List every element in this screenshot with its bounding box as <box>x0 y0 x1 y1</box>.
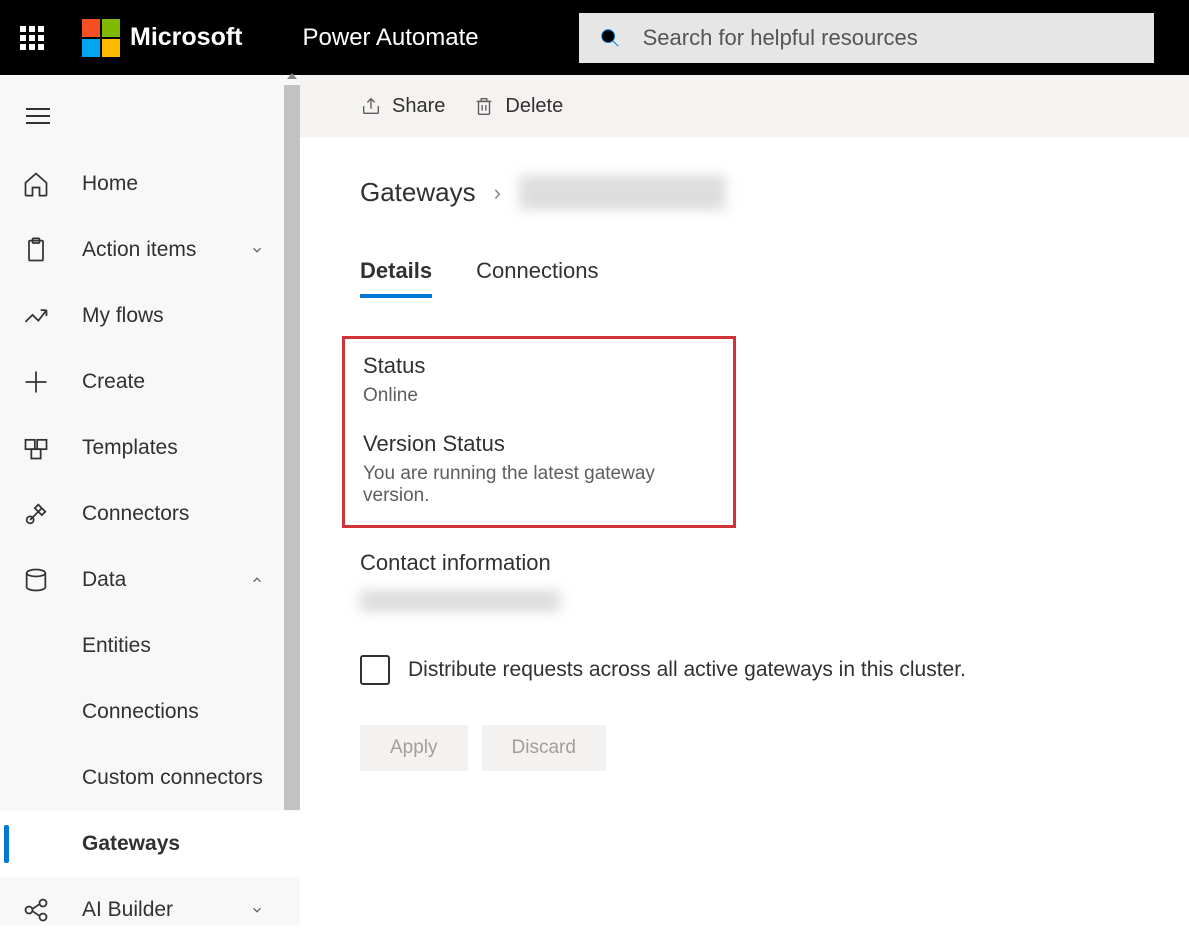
search-bar[interactable] <box>579 13 1154 63</box>
tab-connections[interactable]: Connections <box>476 258 598 298</box>
breadcrumb: Gateways › xxxxxxxxxxxxxxx <box>360 175 1129 210</box>
share-button[interactable]: Share <box>360 95 445 118</box>
sidebar-item-create[interactable]: Create <box>0 349 300 415</box>
delete-label: Delete <box>505 95 563 118</box>
highlight-annotation-box: Status Online Version Status You are run… <box>342 336 736 528</box>
ai-icon <box>22 896 50 924</box>
product-name: Power Automate <box>303 24 479 52</box>
sidebar-item-label: Templates <box>82 436 178 460</box>
action-bar: Share Delete <box>300 75 1189 137</box>
chevron-down-icon <box>250 903 264 917</box>
share-label: Share <box>392 95 445 118</box>
sidebar-item-label: Entities <box>82 634 151 658</box>
sidebar-subitem-gateways[interactable]: Gateways <box>0 811 300 877</box>
sidebar-subitem-connections[interactable]: Connections <box>0 679 300 745</box>
sidebar-item-label: My flows <box>82 304 164 328</box>
status-value: Online <box>363 385 715 407</box>
breadcrumb-current-redacted: xxxxxxxxxxxxxxx <box>519 175 726 210</box>
search-input[interactable] <box>643 25 1134 51</box>
hamburger-icon[interactable] <box>0 81 300 151</box>
connector-icon <box>22 500 50 528</box>
home-icon <box>22 170 50 198</box>
sidebar-item-label: AI Builder <box>82 898 173 922</box>
search-icon <box>599 27 621 49</box>
sidebar: Home Action items My flows Create Templa… <box>0 75 300 925</box>
content-area: Share Delete Gateways › xxxxxxxxxxxxxxx … <box>300 75 1189 925</box>
plus-icon <box>22 368 50 396</box>
version-status-value: You are running the latest gateway versi… <box>363 463 715 507</box>
sidebar-item-label: Home <box>82 172 138 196</box>
sidebar-item-ai-builder[interactable]: AI Builder <box>0 877 300 943</box>
sidebar-item-label: Connections <box>82 700 199 724</box>
sidebar-item-label: Connectors <box>82 502 189 526</box>
distribute-checkbox-row[interactable]: Distribute requests across all active ga… <box>360 655 1129 685</box>
sidebar-item-templates[interactable]: Templates <box>0 415 300 481</box>
templates-icon <box>22 434 50 462</box>
flow-icon <box>22 302 50 330</box>
sidebar-item-label: Create <box>82 370 145 394</box>
sidebar-item-my-flows[interactable]: My flows <box>0 283 300 349</box>
chevron-right-icon: › <box>494 180 501 206</box>
clipboard-icon <box>22 236 50 264</box>
tabs: Details Connections <box>360 258 1129 298</box>
sidebar-item-data[interactable]: Data <box>0 547 300 613</box>
apply-button[interactable]: Apply <box>360 725 468 771</box>
checkbox-icon[interactable] <box>360 655 390 685</box>
delete-button[interactable]: Delete <box>473 95 563 118</box>
tab-details[interactable]: Details <box>360 258 432 298</box>
sidebar-subitem-custom-connectors[interactable]: Custom connectors <box>0 745 300 811</box>
sidebar-subitem-entities[interactable]: Entities <box>0 613 300 679</box>
microsoft-logo <box>82 19 120 57</box>
contact-label: Contact information <box>360 550 1129 576</box>
discard-button[interactable]: Discard <box>482 725 606 771</box>
breadcrumb-root[interactable]: Gateways <box>360 177 476 208</box>
sidebar-item-home[interactable]: Home <box>0 151 300 217</box>
chevron-up-icon <box>250 573 264 587</box>
sidebar-item-connectors[interactable]: Connectors <box>0 481 300 547</box>
delete-icon <box>473 95 495 117</box>
waffle-icon[interactable] <box>20 26 44 50</box>
status-label: Status <box>363 353 715 379</box>
sidebar-item-action-items[interactable]: Action items <box>0 217 300 283</box>
share-icon <box>360 95 382 117</box>
brand-text: Microsoft <box>130 23 243 52</box>
contact-value-redacted <box>360 590 560 612</box>
database-icon <box>22 566 50 594</box>
distribute-label: Distribute requests across all active ga… <box>408 658 966 682</box>
chevron-down-icon <box>250 243 264 257</box>
sidebar-item-label: Data <box>82 568 126 592</box>
sidebar-item-label: Action items <box>82 238 196 262</box>
version-status-label: Version Status <box>363 431 715 457</box>
sidebar-item-label: Gateways <box>82 832 180 856</box>
sidebar-item-label: Custom connectors <box>82 766 263 790</box>
